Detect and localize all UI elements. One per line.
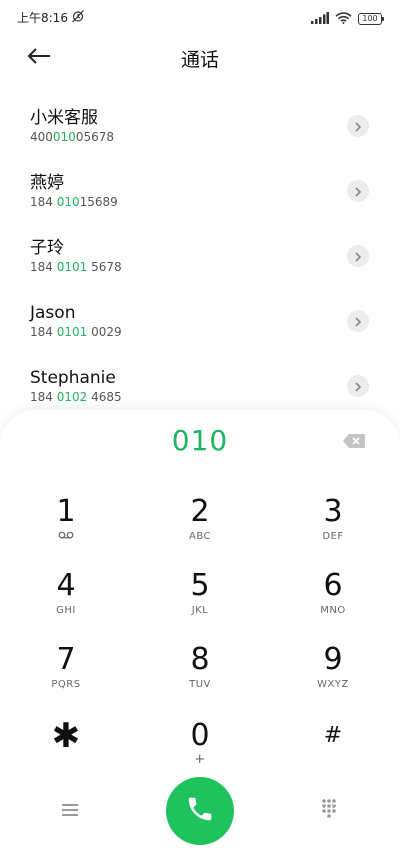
number-prefix: 184 — [30, 195, 57, 209]
number-suffix: 5678 — [87, 260, 122, 274]
contact-list: 小米客服 40001005678 燕婷 184 01015689 子玲 184 … — [0, 96, 400, 421]
number-prefix: 184 — [30, 325, 57, 339]
key-6[interactable]: 6 MNO — [288, 568, 378, 628]
key-letters: PQRS — [51, 679, 81, 690]
dialer-bottom-bar — [0, 777, 400, 847]
dialpad-icon — [321, 798, 337, 822]
header: 通话 — [0, 34, 400, 80]
key-5[interactable]: 5 JKL — [155, 568, 245, 628]
key-letters: + — [194, 752, 206, 767]
key-star[interactable]: ✱ — [21, 718, 111, 778]
backspace-icon — [343, 433, 365, 452]
key-3[interactable]: 3 DEF — [288, 494, 378, 554]
wifi-icon — [335, 9, 352, 28]
contact-number: 184 0101 0029 — [30, 324, 400, 340]
dialer-panel: 010 1 2 ABC 3 DEF 4 GHI 5 JKL 6 MNO 7 PQ… — [0, 410, 400, 866]
backspace-button[interactable] — [340, 432, 368, 452]
key-letters: ABC — [188, 531, 211, 542]
number-match: 0102 — [56, 390, 88, 404]
status-time: 上午8:16 — [17, 11, 68, 25]
number-prefix: 400 — [30, 130, 53, 144]
page-title: 通话 — [180, 49, 219, 71]
key-letters: JKL — [191, 605, 209, 616]
menu-icon — [62, 802, 78, 821]
chevron-right-icon — [354, 377, 362, 396]
contact-number: 184 0101 5678 — [30, 259, 400, 275]
contact-name: 子玲 — [30, 238, 64, 258]
contact-name: 小米客服 — [30, 108, 98, 128]
key-letters: MNO — [320, 605, 346, 616]
contact-detail-button[interactable] — [347, 180, 369, 202]
number-suffix: 4685 — [87, 390, 122, 404]
key-digit: 2 — [190, 494, 210, 529]
chevron-right-icon — [354, 117, 362, 136]
voicemail-icon — [21, 530, 111, 544]
number-prefix: 184 — [30, 390, 57, 404]
number-match: 0101 — [56, 260, 88, 274]
key-4[interactable]: 4 GHI — [21, 568, 111, 628]
contact-name: 燕婷 — [30, 173, 64, 193]
menu-button[interactable] — [57, 799, 83, 823]
number-prefix: 184 — [30, 260, 57, 274]
contact-name: Stephanie — [30, 368, 116, 388]
alarm-off-icon — [71, 9, 85, 26]
contact-detail-button[interactable] — [347, 245, 369, 267]
key-hash[interactable]: # — [288, 718, 378, 778]
contact-number: 184 0102 4685 — [30, 389, 400, 405]
status-right: 100 — [311, 9, 384, 28]
number-match: 010 — [56, 195, 80, 209]
contact-number: 40001005678 — [30, 129, 400, 145]
call-button[interactable] — [166, 777, 234, 845]
number-suffix: 05678 — [75, 130, 114, 144]
chevron-right-icon — [354, 182, 362, 201]
key-digit: 8 — [190, 642, 210, 677]
key-digit: 9 — [323, 642, 343, 677]
key-digit: 6 — [323, 568, 343, 603]
key-1[interactable]: 1 — [21, 494, 111, 554]
contact-detail-button[interactable] — [347, 115, 369, 137]
contact-row[interactable]: 燕婷 184 01015689 — [0, 161, 400, 226]
keypad-toggle-button[interactable] — [316, 797, 342, 823]
chevron-right-icon — [354, 312, 362, 331]
key-digit: 7 — [56, 642, 76, 677]
contact-detail-button[interactable] — [347, 310, 369, 332]
key-digit: 5 — [190, 568, 210, 603]
key-digit: 0 — [190, 718, 210, 753]
key-digit: # — [323, 723, 343, 748]
key-9[interactable]: 9 WXYZ — [288, 642, 378, 702]
signal-icon — [311, 9, 329, 28]
status-bar: 上午8:16 100 — [0, 0, 400, 34]
key-letters: DEF — [322, 531, 344, 542]
key-0[interactable]: 0 + — [155, 718, 245, 778]
contact-row[interactable]: 子玲 184 0101 5678 — [0, 226, 400, 291]
key-digit: 4 — [56, 568, 76, 603]
status-left: 上午8:16 — [17, 9, 85, 26]
key-7[interactable]: 7 PQRS — [21, 642, 111, 702]
contact-number: 184 01015689 — [30, 194, 400, 210]
contact-name: Jason — [30, 303, 76, 323]
number-suffix: 15689 — [79, 195, 118, 209]
chevron-right-icon — [354, 247, 362, 266]
key-8[interactable]: 8 TUV — [155, 642, 245, 702]
key-2[interactable]: 2 ABC — [155, 494, 245, 554]
key-digit: 1 — [56, 494, 76, 529]
phone-icon — [185, 794, 215, 828]
number-match: 0101 — [56, 325, 88, 339]
key-digit: 3 — [323, 494, 343, 529]
contact-detail-button[interactable] — [347, 375, 369, 397]
contact-row[interactable]: Jason 184 0101 0029 — [0, 291, 400, 356]
key-letters: GHI — [56, 605, 76, 616]
key-letters: TUV — [189, 679, 211, 690]
battery-icon: 100 — [358, 12, 384, 25]
key-letters: WXYZ — [317, 679, 349, 690]
number-match: 010 — [52, 130, 76, 144]
key-digit: ✱ — [51, 716, 81, 756]
number-suffix: 0029 — [87, 325, 122, 339]
contact-row[interactable]: 小米客服 40001005678 — [0, 96, 400, 161]
